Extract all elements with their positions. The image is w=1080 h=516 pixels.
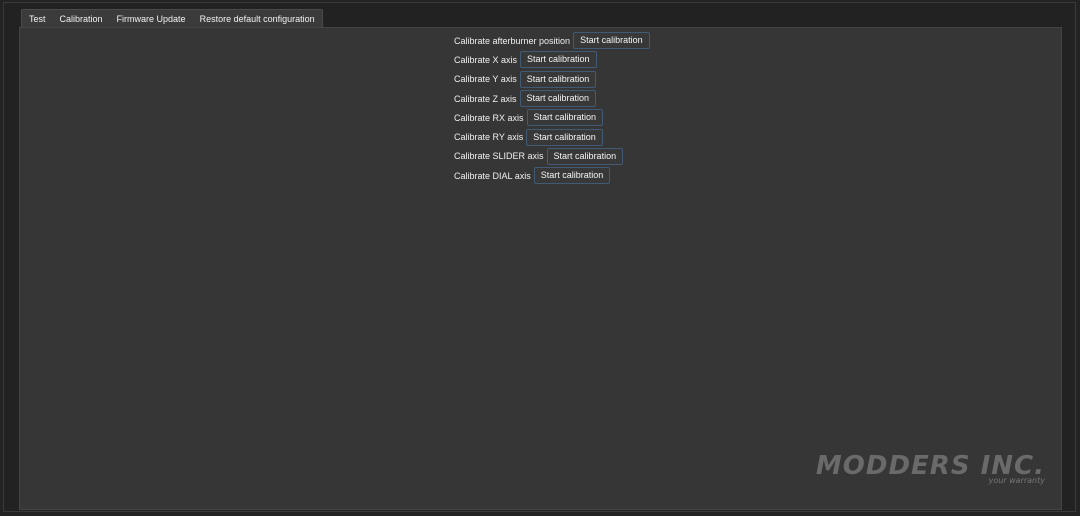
calibration-row-afterburner: Calibrate afterburner position Start cal… — [454, 31, 650, 50]
calibration-label: Calibrate RY axis — [454, 132, 524, 143]
calibration-label: Calibrate SLIDER axis — [454, 151, 544, 162]
calibration-row-dial-axis: Calibrate DIAL axis Start calibration — [454, 166, 650, 185]
calibration-row-ry-axis: Calibrate RY axis Start calibration — [454, 127, 650, 146]
calibration-row-x-axis: Calibrate X axis Start calibration — [454, 50, 650, 69]
start-calibration-x-axis-button[interactable]: Start calibration — [520, 51, 597, 69]
calibration-row-rx-axis: Calibrate RX axis Start calibration — [454, 108, 650, 127]
calibration-label: Calibrate RX axis — [454, 112, 524, 123]
start-calibration-dial-axis-button[interactable]: Start calibration — [533, 167, 611, 185]
start-calibration-afterburner-button[interactable]: Start calibration — [573, 32, 650, 50]
watermark-logo: MODDERS INC. your warranty — [815, 451, 1045, 485]
start-calibration-ry-axis-button[interactable]: Start calibration — [526, 128, 603, 146]
calibration-row-y-axis: Calibrate Y axis Start calibration — [454, 70, 650, 89]
calibration-row-slider-axis: Calibrate SLIDER axis Start calibration — [454, 147, 650, 166]
start-calibration-z-axis-button[interactable]: Start calibration — [519, 90, 597, 108]
calibration-list: Calibrate afterburner position Start cal… — [454, 31, 650, 185]
start-calibration-y-axis-button[interactable]: Start calibration — [519, 70, 597, 88]
calibration-label: Calibrate Y axis — [454, 74, 517, 85]
calibration-panel: Calibrate afterburner position Start cal… — [19, 27, 1062, 510]
start-calibration-rx-axis-button[interactable]: Start calibration — [526, 109, 604, 127]
watermark-brand: MODDERS INC. — [815, 451, 1045, 481]
calibration-label: Calibrate Z axis — [454, 93, 517, 104]
calibration-label: Calibrate afterburner position — [454, 35, 571, 46]
calibration-label: Calibrate X axis — [454, 54, 518, 65]
calibration-row-z-axis: Calibrate Z axis Start calibration — [454, 89, 650, 108]
calibration-label: Calibrate DIAL axis — [454, 170, 531, 181]
start-calibration-slider-axis-button[interactable]: Start calibration — [546, 147, 624, 165]
